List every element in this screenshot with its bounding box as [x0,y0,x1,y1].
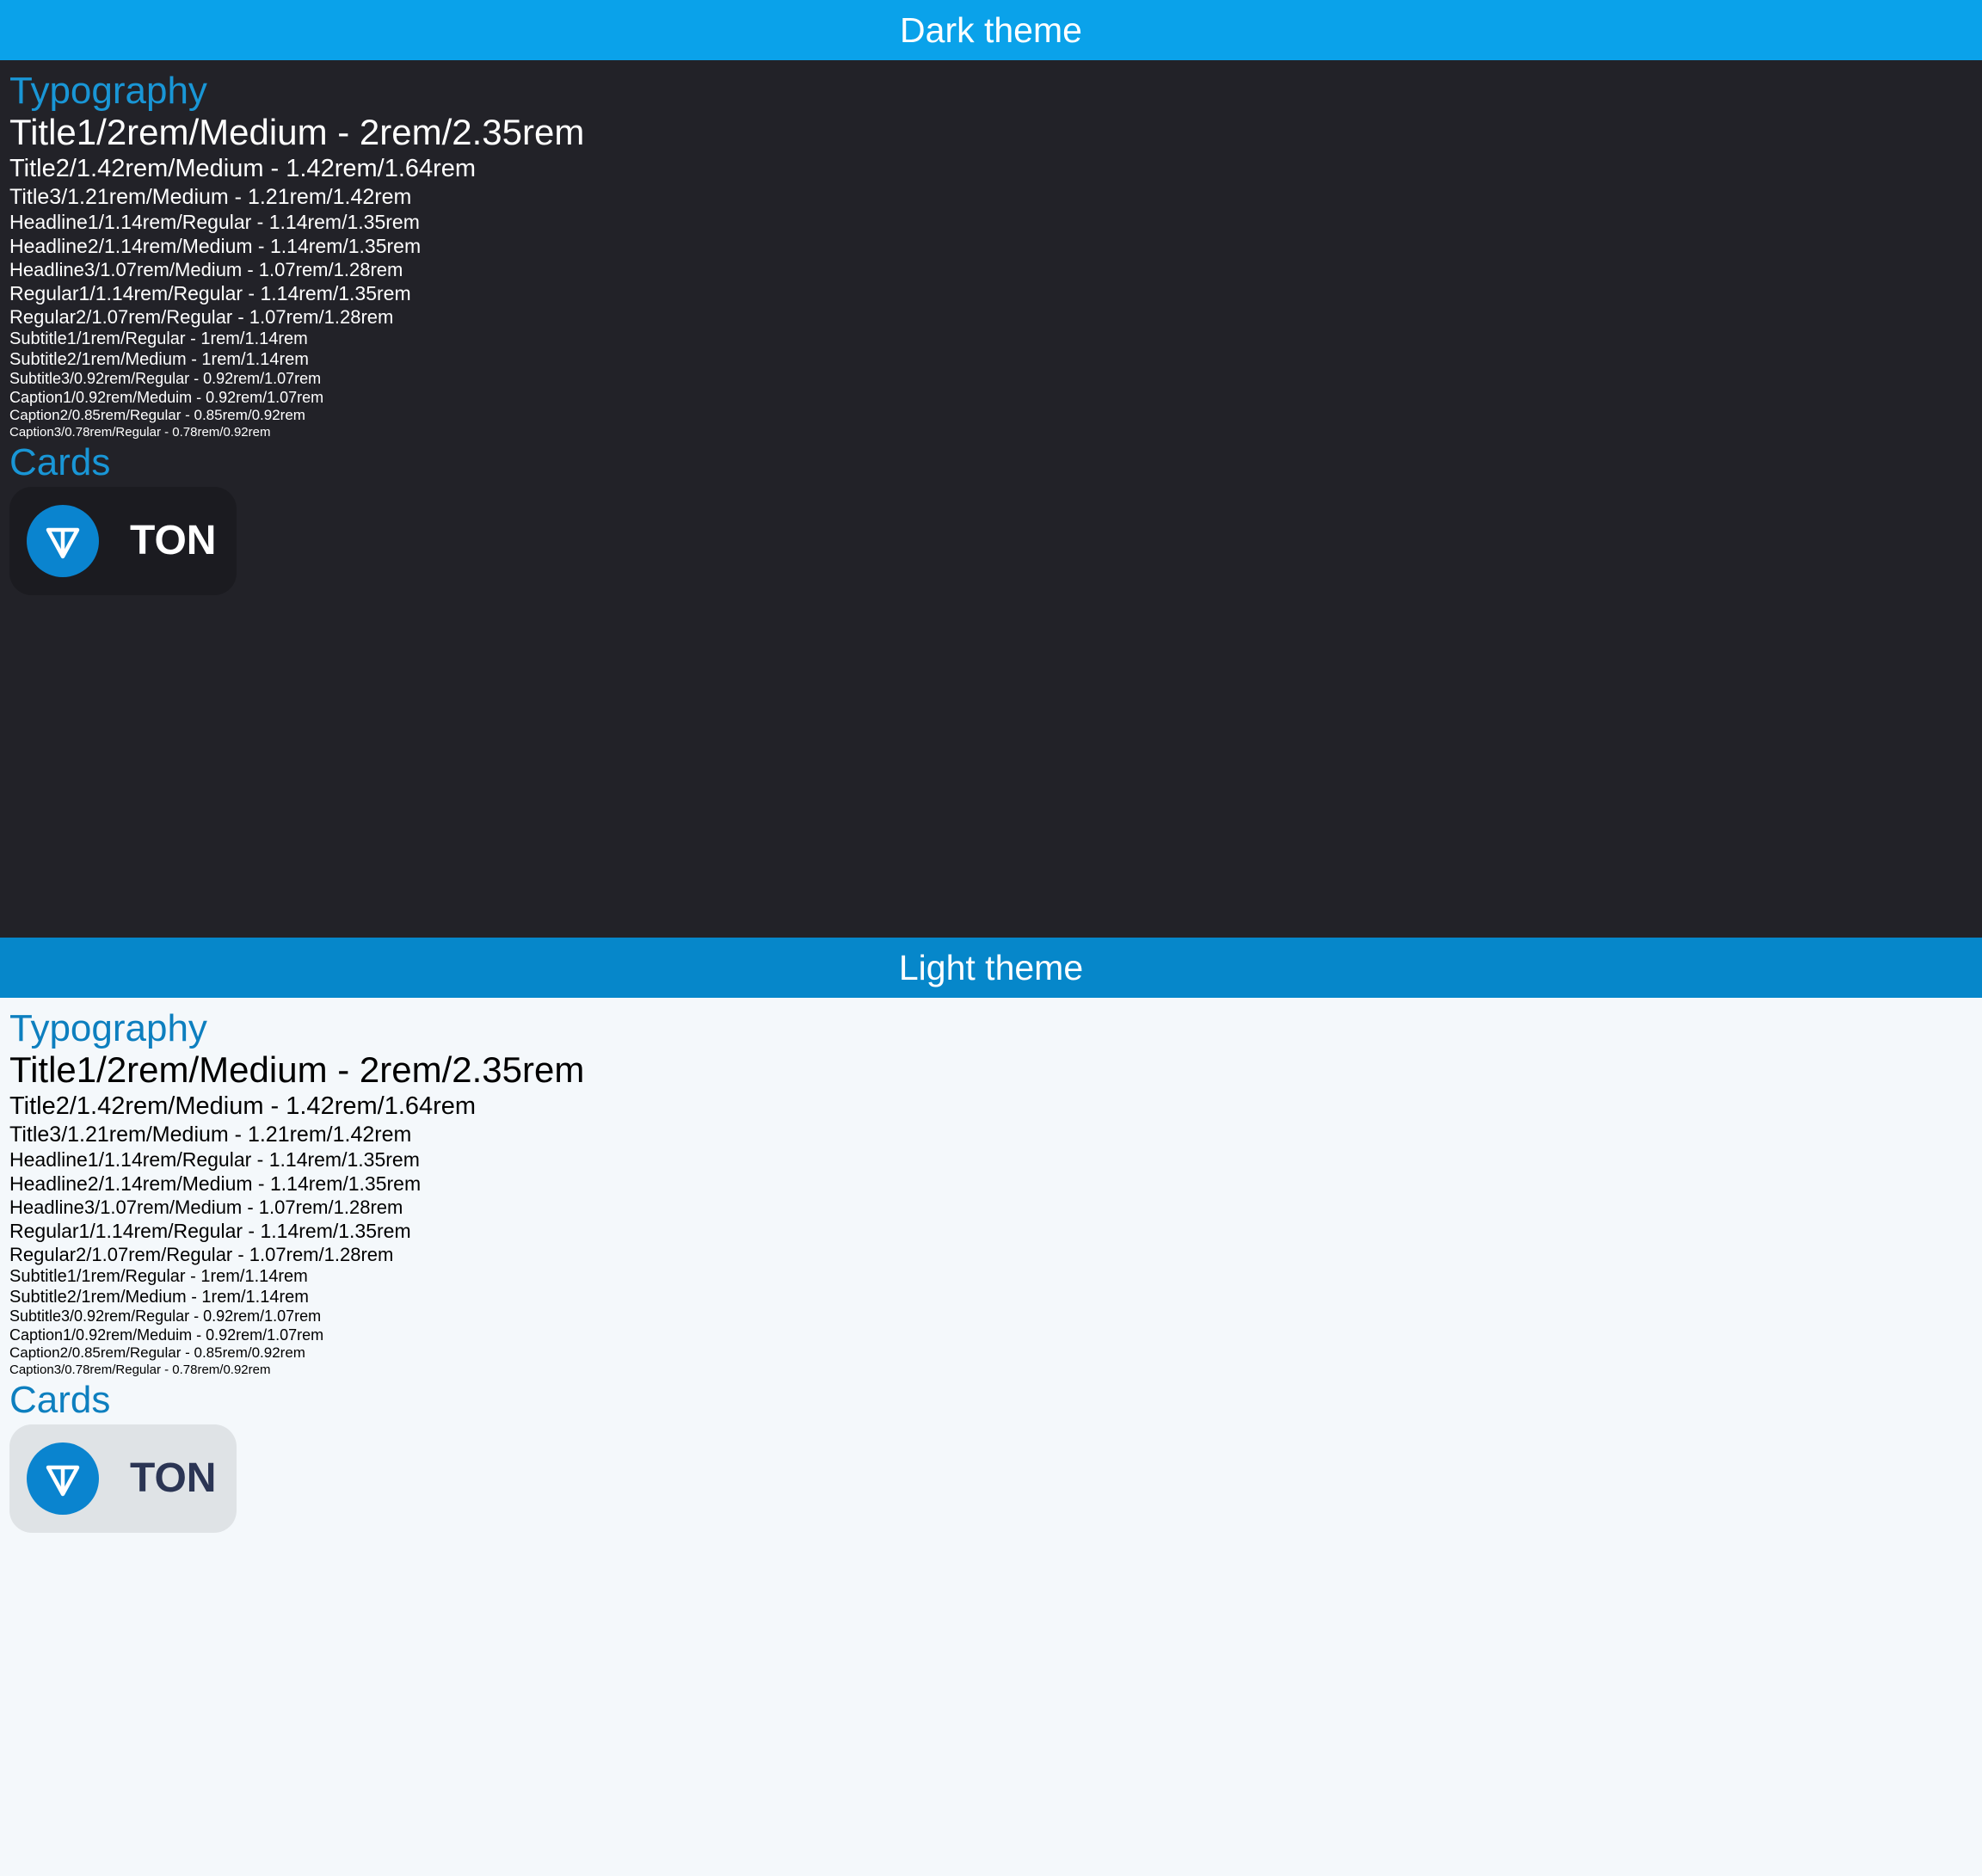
cards-heading: Cards [9,1379,111,1421]
typo-regular1: Regular1/1.14rem/Regular - 1.14rem/1.35r… [9,282,411,304]
typo-subtitle3: Subtitle3/0.92rem/Regular - 0.92rem/1.07… [9,1307,322,1325]
typography-heading: Typography [9,70,207,112]
typo-subtitle2: Subtitle2/1rem/Medium - 1rem/1.14rem [9,350,309,369]
light-theme-header: Light theme [0,938,1982,998]
typo-headline1: Headline1/1.14rem/Regular - 1.14rem/1.35… [9,211,420,233]
typo-caption2: Caption2/0.85rem/Regular - 0.85rem/0.92r… [9,1344,305,1361]
ton-logo-icon [27,505,99,577]
typo-title3: Title3/1.21rem/Medium - 1.21rem/1.42rem [9,1123,412,1147]
typo-subtitle3: Subtitle3/0.92rem/Regular - 0.92rem/1.07… [9,370,322,387]
typo-caption3: Caption3/0.78rem/Regular - 0.78rem/0.92r… [9,425,271,440]
typo-title2: Title2/1.42rem/Medium - 1.42rem/1.64rem [9,1092,477,1120]
typo-headline2: Headline2/1.14rem/Medium - 1.14rem/1.35r… [9,1172,422,1195]
typo-caption3: Caption3/0.78rem/Regular - 0.78rem/0.92r… [9,1362,271,1377]
light-theme-panel: Light theme Typography Title1/2rem/Mediu… [0,938,1982,1876]
typo-regular2: Regular2/1.07rem/Regular - 1.07rem/1.28r… [9,306,394,328]
typo-subtitle1: Subtitle1/1rem/Regular - 1rem/1.14rem [9,329,308,348]
typo-subtitle2: Subtitle2/1rem/Medium - 1rem/1.14rem [9,1288,309,1307]
dark-theme-panel: Dark theme Typography Title1/2rem/Medium… [0,0,1982,938]
typo-regular1: Regular1/1.14rem/Regular - 1.14rem/1.35r… [9,1220,411,1242]
typography-heading: Typography [9,1007,207,1049]
typo-title1: Title1/2rem/Medium - 2rem/2.35rem [9,1049,585,1090]
card-label: TON [130,1455,217,1501]
typo-headline3: Headline3/1.07rem/Medium - 1.07rem/1.28r… [9,1196,403,1218]
typo-headline2: Headline2/1.14rem/Medium - 1.14rem/1.35r… [9,235,422,257]
ton-logo-icon [27,1442,99,1515]
typo-title1: Title1/2rem/Medium - 2rem/2.35rem [9,112,585,152]
typo-headline1: Headline1/1.14rem/Regular - 1.14rem/1.35… [9,1148,420,1171]
ton-card[interactable]: TON [9,1424,237,1533]
card-label: TON [130,518,217,563]
dark-theme-header: Dark theme [0,0,1982,60]
typo-subtitle1: Subtitle1/1rem/Regular - 1rem/1.14rem [9,1267,308,1286]
typo-caption1: Caption1/0.92rem/Meduim - 0.92rem/1.07re… [9,389,324,406]
typo-regular2: Regular2/1.07rem/Regular - 1.07rem/1.28r… [9,1244,394,1265]
typo-headline3: Headline3/1.07rem/Medium - 1.07rem/1.28r… [9,259,403,280]
typo-title2: Title2/1.42rem/Medium - 1.42rem/1.64rem [9,155,477,182]
cards-heading: Cards [9,441,111,483]
typo-title3: Title3/1.21rem/Medium - 1.21rem/1.42rem [9,185,412,209]
ton-card[interactable]: TON [9,487,237,595]
typo-caption1: Caption1/0.92rem/Meduim - 0.92rem/1.07re… [9,1326,324,1344]
typo-caption2: Caption2/0.85rem/Regular - 0.85rem/0.92r… [9,407,305,423]
